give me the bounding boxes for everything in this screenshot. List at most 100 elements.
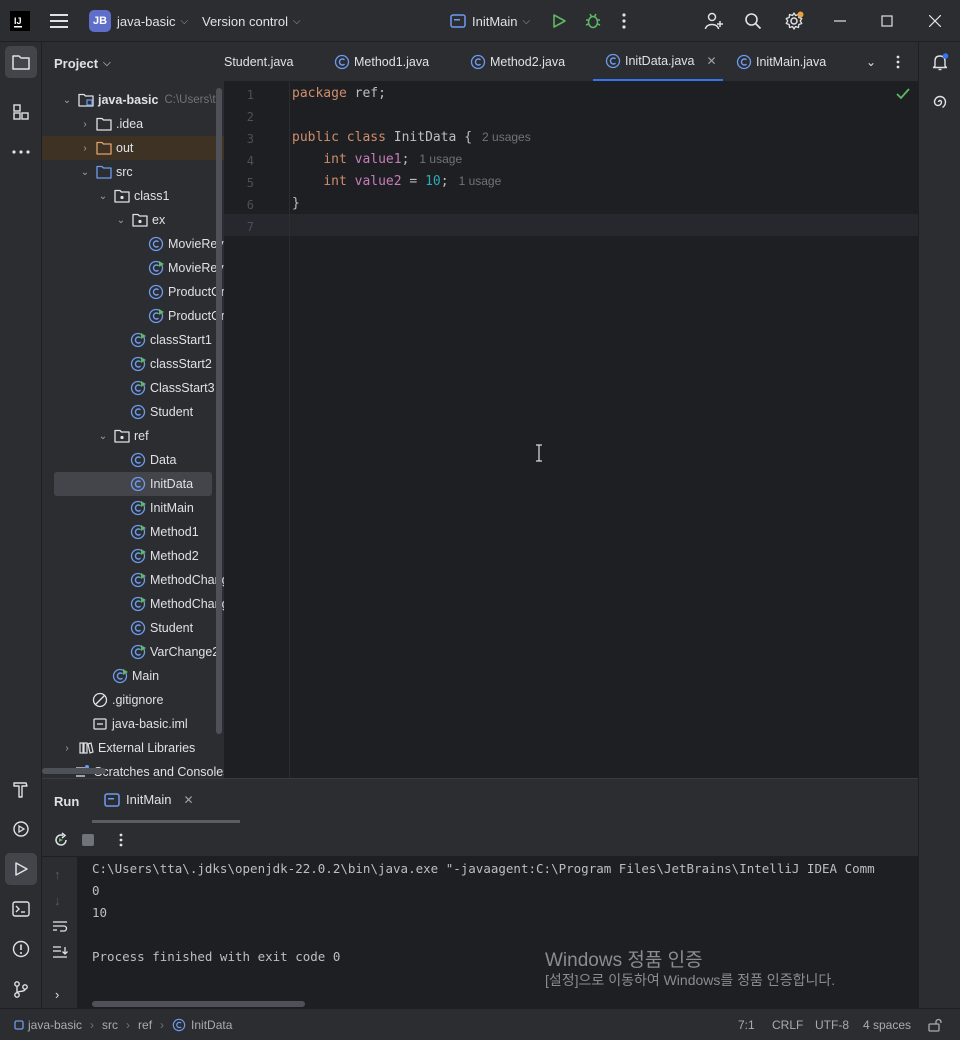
run-tool-button[interactable] [5, 853, 37, 885]
indent-setting[interactable]: 4 spaces [863, 1009, 911, 1040]
tree-item[interactable]: Student [42, 616, 224, 640]
breadcrumb-item[interactable]: ref [138, 1018, 152, 1032]
main-menu-icon[interactable] [50, 0, 68, 42]
caret-position[interactable]: 7:1 [738, 1009, 755, 1040]
tree-item[interactable]: MovieRevi [42, 232, 224, 256]
tab-method1-java[interactable]: Method1.java [334, 42, 429, 81]
chevron-down-icon[interactable]: ⌄ [78, 167, 92, 178]
tree-item[interactable]: VarChange2 [42, 640, 224, 664]
expand-chevron-icon[interactable]: › [55, 987, 59, 1002]
scroll-down-icon[interactable]: ↓ [54, 893, 61, 908]
tab-initmain-java[interactable]: InitMain.java [736, 42, 826, 81]
more-tools-button[interactable] [5, 136, 37, 168]
tab-student-java[interactable]: Student.java [224, 42, 294, 81]
problems-tool-button[interactable] [5, 933, 37, 965]
chevron-down-icon[interactable]: ⌄ [96, 191, 110, 202]
close-tab-icon[interactable]: ✕ [706, 54, 716, 68]
tree-item[interactable]: MethodChang [42, 592, 224, 616]
git-tool-button[interactable] [5, 973, 37, 1005]
soft-wrap-icon[interactable] [52, 919, 68, 933]
scroll-to-end-icon[interactable] [52, 945, 68, 959]
tree-item[interactable]: java-basic.iml [42, 712, 224, 736]
chevron-down-icon[interactable]: ⌄ [60, 95, 74, 106]
tree-item[interactable]: classStart2 [42, 352, 224, 376]
breadcrumb-item[interactable]: InitData [191, 1018, 232, 1032]
tree-item[interactable]: Main [42, 664, 224, 688]
tree-item[interactable]: ⌄ java-basic C:\Users\tt [42, 88, 224, 112]
code-line[interactable]: int value2 = 10; 1 usage [292, 174, 501, 189]
tab-initdata-java[interactable]: InitData.java ✕ [593, 42, 723, 81]
code-line[interactable]: package ref; [292, 86, 386, 101]
maximize-icon[interactable] [881, 0, 893, 42]
tree-item[interactable]: MethodChang [42, 568, 224, 592]
chevron-right-icon[interactable]: › [60, 743, 74, 754]
add-user-icon[interactable] [704, 0, 724, 42]
chevron-right-icon[interactable]: › [78, 143, 92, 154]
ai-assistant-button[interactable] [924, 86, 956, 118]
tree-item[interactable]: classStart1 [42, 328, 224, 352]
tree-item[interactable]: ProductOr [42, 304, 224, 328]
code-line[interactable]: int value1; 1 usage [292, 152, 462, 167]
stop-icon[interactable] [82, 834, 94, 846]
build-tool-button[interactable] [5, 773, 37, 805]
breadcrumb-item[interactable]: src [102, 1018, 118, 1032]
tree-item[interactable]: › External Libraries [42, 736, 224, 760]
lock-icon[interactable] [928, 1009, 942, 1040]
project-tool-button[interactable] [5, 46, 37, 78]
run-more-icon[interactable] [119, 833, 123, 847]
tree-item[interactable]: Data [42, 448, 224, 472]
code-editor[interactable]: 1 2 3 4 5 6 7 package ref; public class InitDat… [224, 82, 918, 778]
app-logo-icon[interactable]: IJ [10, 0, 30, 42]
line-separator[interactable]: CRLF [772, 1009, 803, 1040]
no-problems-check-icon[interactable] [896, 88, 910, 100]
tree-item[interactable]: ⌄ ex [42, 208, 224, 232]
run-button[interactable] [551, 0, 567, 42]
scroll-up-icon[interactable]: ↑ [54, 867, 61, 882]
tree-item[interactable]: Method2 [42, 544, 224, 568]
chevron-right-icon[interactable]: › [78, 119, 92, 130]
tree-item[interactable]: InitMain [42, 496, 224, 520]
settings-gear-icon[interactable] [784, 0, 804, 42]
minimize-icon[interactable] [834, 0, 846, 42]
tree-item[interactable]: MovieRevi [42, 256, 224, 280]
code-line[interactable]: public class InitData {2 usages [292, 130, 531, 145]
tree-item[interactable]: ClassStart3 [42, 376, 224, 400]
search-icon[interactable] [744, 0, 762, 42]
debug-button[interactable] [584, 0, 602, 42]
project-panel-header[interactable]: Project ⌵ [54, 54, 111, 72]
breadcrumb-item[interactable]: java-basic [28, 1018, 82, 1032]
tabs-dropdown-icon[interactable]: ⌄ [866, 42, 876, 81]
usages-hint[interactable]: 1 usage [459, 174, 502, 188]
services-tool-button[interactable] [5, 813, 37, 845]
structure-tool-button[interactable] [5, 96, 37, 128]
tabs-more-icon[interactable] [896, 42, 900, 81]
usages-hint[interactable]: 2 usages [482, 130, 531, 144]
tree-item[interactable]: InitData [54, 472, 212, 496]
tab-method2-java[interactable]: Method2.java [470, 42, 565, 81]
rerun-icon[interactable] [53, 832, 69, 848]
run-tab-initmain[interactable]: InitMain ✕ [92, 779, 240, 823]
project-panel-hscrollbar[interactable] [42, 768, 106, 774]
file-encoding[interactable]: UTF-8 [815, 1009, 849, 1040]
chevron-down-icon[interactable]: ⌄ [96, 431, 110, 442]
close-tab-icon[interactable]: ✕ [184, 793, 194, 807]
tree-item[interactable]: › .idea [42, 112, 224, 136]
tree-item[interactable]: ⌄ class1 [42, 184, 224, 208]
vcs-selector[interactable]: Version control ⌵ [202, 0, 301, 42]
notifications-button[interactable] [924, 46, 956, 78]
horizontal-scrollbar[interactable] [92, 1001, 305, 1007]
chevron-down-icon[interactable]: ⌄ [114, 215, 128, 226]
more-actions-icon[interactable] [622, 0, 626, 42]
tree-item[interactable]: ⌄ ref [42, 424, 224, 448]
terminal-tool-button[interactable] [5, 893, 37, 925]
usages-hint[interactable]: 1 usage [419, 152, 462, 166]
tree-item[interactable]: ⌄ src [42, 160, 224, 184]
project-selector[interactable]: JB java-basic ⌵ [89, 0, 188, 42]
tree-item[interactable]: Method1 [42, 520, 224, 544]
tree-item[interactable]: ProductOr [42, 280, 224, 304]
tree-item[interactable]: › out [42, 136, 224, 160]
tree-item[interactable]: .gitignore [42, 688, 224, 712]
run-config-selector[interactable]: InitMain ⌵ [450, 0, 530, 42]
close-window-icon[interactable] [929, 0, 941, 42]
tree-item[interactable]: Student [42, 400, 224, 424]
